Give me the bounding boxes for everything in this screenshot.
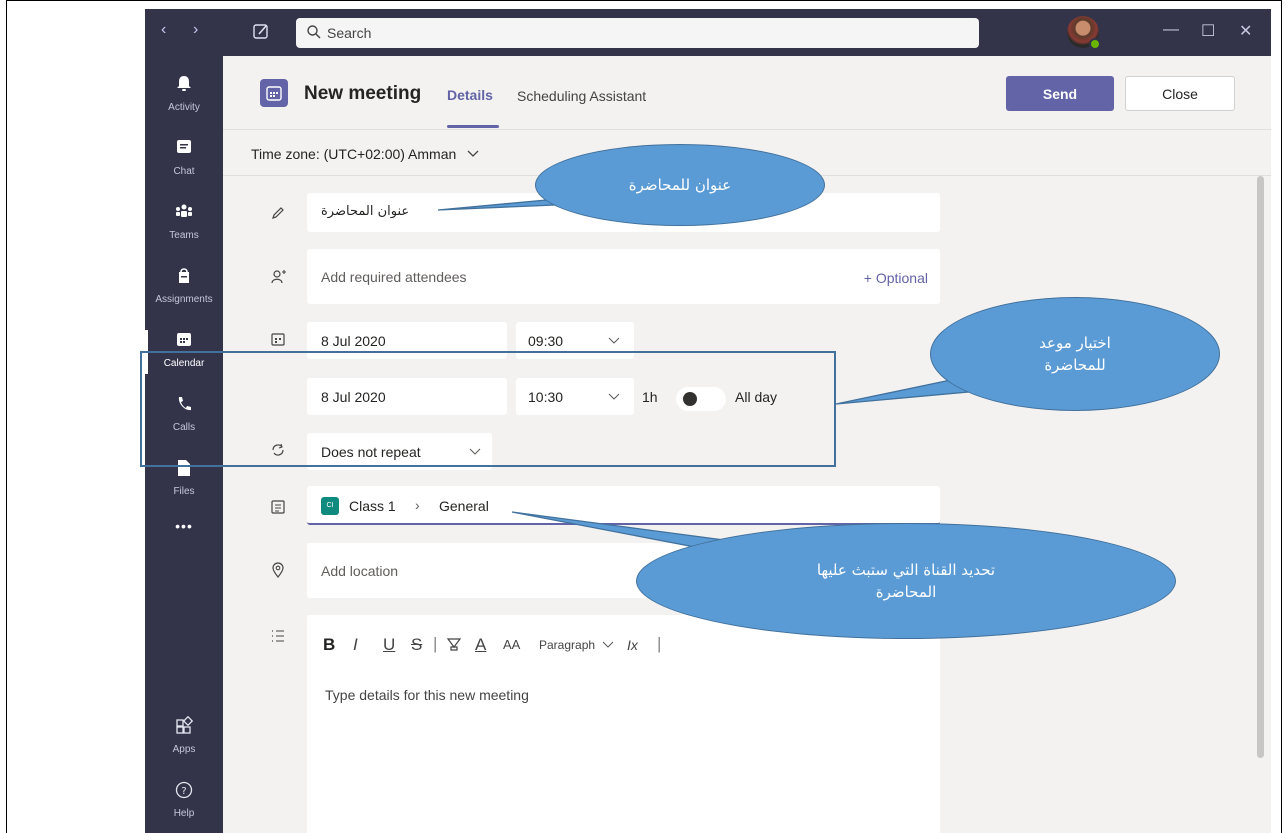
italic-button[interactable]: I (353, 635, 358, 655)
add-person-icon (270, 268, 288, 291)
title-value: عنوان المحاضرة (321, 204, 410, 219)
underline-button[interactable]: U (383, 635, 395, 655)
calendar-icon (270, 331, 286, 352)
time-callout: اختيار موعد للمحاضرة (930, 297, 1220, 411)
title-bar: ‹ › Search — ☐ ✕ (145, 9, 1271, 56)
status-badge (1089, 38, 1101, 50)
compose-icon[interactable] (251, 22, 271, 47)
list-icon (270, 628, 286, 649)
apps-icon (176, 716, 193, 734)
date-time-highlight-box (140, 351, 836, 467)
start-date-value: 8 Jul 2020 (321, 333, 386, 349)
pencil-icon (270, 205, 286, 226)
rail-label: Apps (172, 744, 196, 755)
rail-label: Help (173, 808, 195, 819)
assignments-icon (179, 268, 189, 283)
callout-text: للمحاضرة (1044, 356, 1106, 374)
details-editor[interactable]: B I U S | A AA Paragraph Ix | Type detai… (307, 615, 940, 833)
bold-button[interactable]: B (323, 635, 335, 655)
active-tab-indicator (447, 125, 499, 128)
rail-label: Assignments (155, 294, 213, 305)
rail-item-activity[interactable]: Activity (145, 64, 223, 126)
chat-icon (177, 140, 191, 153)
font-size-button[interactable]: AA (503, 637, 520, 652)
callout-text: عنوان للمحاضرة (628, 175, 732, 194)
channel-team-name: Class 1 (349, 498, 396, 514)
location-icon (270, 561, 286, 584)
search-placeholder: Search (327, 25, 372, 41)
help-icon: ? (175, 781, 193, 799)
callout-text: تحديد القناة التي ستبث عليها (816, 560, 996, 579)
page-title: New meeting (304, 83, 422, 104)
optional-attendees-link[interactable]: + Optional (864, 270, 928, 286)
timezone-selector[interactable]: Time zone: (UTC+02:00) Amman (251, 146, 480, 162)
rail-item-apps[interactable]: Apps (145, 706, 223, 768)
rail-label: Files (173, 486, 195, 497)
attendees-field[interactable]: Add required attendees + Optional (307, 249, 940, 304)
rail-label: Activity (168, 102, 200, 113)
rail-item-assignments[interactable]: Assignments (145, 256, 223, 318)
meeting-header: New meeting Details Scheduling Assistant… (223, 56, 1271, 130)
toolbar-divider: | (657, 634, 662, 653)
rail-item-teams[interactable]: Teams (145, 192, 223, 254)
callout-text: اختيار موعد (1039, 333, 1111, 352)
more-icon: ••• (175, 518, 193, 534)
search-input[interactable]: Search (296, 18, 979, 48)
back-arrow-icon[interactable]: ‹ (161, 21, 166, 39)
font-color-button[interactable]: A (475, 635, 486, 655)
rail-item-chat[interactable]: Chat (145, 128, 223, 190)
forward-arrow-icon[interactable]: › (193, 21, 198, 39)
rail-label: Chat (173, 166, 195, 177)
calendar-icon (260, 79, 288, 107)
paragraph-label: Paragraph (539, 638, 596, 652)
tab-scheduling-assistant[interactable]: Scheduling Assistant (517, 88, 646, 104)
channel-callout: تحديد القناة التي ستبث عليها المحاضرة (636, 523, 1176, 639)
svg-text:?: ? (181, 786, 186, 797)
channel-field[interactable]: CI Class 1 › General (307, 486, 940, 525)
chevron-right-icon: › (415, 497, 420, 513)
start-time-value: 09:30 (528, 333, 564, 349)
channel-icon (270, 499, 286, 520)
rail-label: Teams (169, 230, 199, 241)
title-callout: عنوان للمحاضرة (535, 144, 825, 226)
toolbar-divider: | (433, 634, 438, 653)
rail-item-help[interactable]: ? Help (145, 770, 223, 832)
highlight-icon[interactable] (445, 636, 463, 659)
clear-formatting-button[interactable]: Ix (627, 637, 638, 653)
paragraph-select[interactable]: Paragraph (539, 638, 614, 652)
chevron-down-icon (608, 337, 620, 344)
strikethrough-button[interactable]: S (411, 635, 422, 655)
minimize-icon[interactable]: — (1163, 21, 1179, 39)
chevron-down-icon (603, 641, 614, 648)
close-button[interactable]: Close (1125, 76, 1235, 111)
close-window-icon[interactable]: ✕ (1239, 21, 1252, 41)
teams-icon (176, 204, 192, 217)
timezone-label: Time zone: (UTC+02:00) Amman (251, 146, 457, 162)
rail-item-more[interactable]: ••• (145, 518, 223, 542)
maximize-icon[interactable]: ☐ (1201, 21, 1215, 41)
calendar-icon (177, 333, 191, 346)
bell-icon (177, 76, 191, 91)
scrollbar[interactable] (1257, 176, 1264, 758)
details-placeholder: Type details for this new meeting (325, 687, 529, 703)
search-icon (306, 24, 322, 45)
team-avatar: CI (321, 497, 339, 515)
location-placeholder: Add location (321, 563, 399, 579)
tab-details[interactable]: Details (447, 87, 493, 103)
attendees-placeholder: Add required attendees (321, 269, 467, 285)
send-button[interactable]: Send (1006, 76, 1114, 111)
callout-text: المحاضرة (875, 583, 937, 601)
chevron-down-icon (467, 150, 479, 157)
channel-name: General (439, 498, 489, 514)
